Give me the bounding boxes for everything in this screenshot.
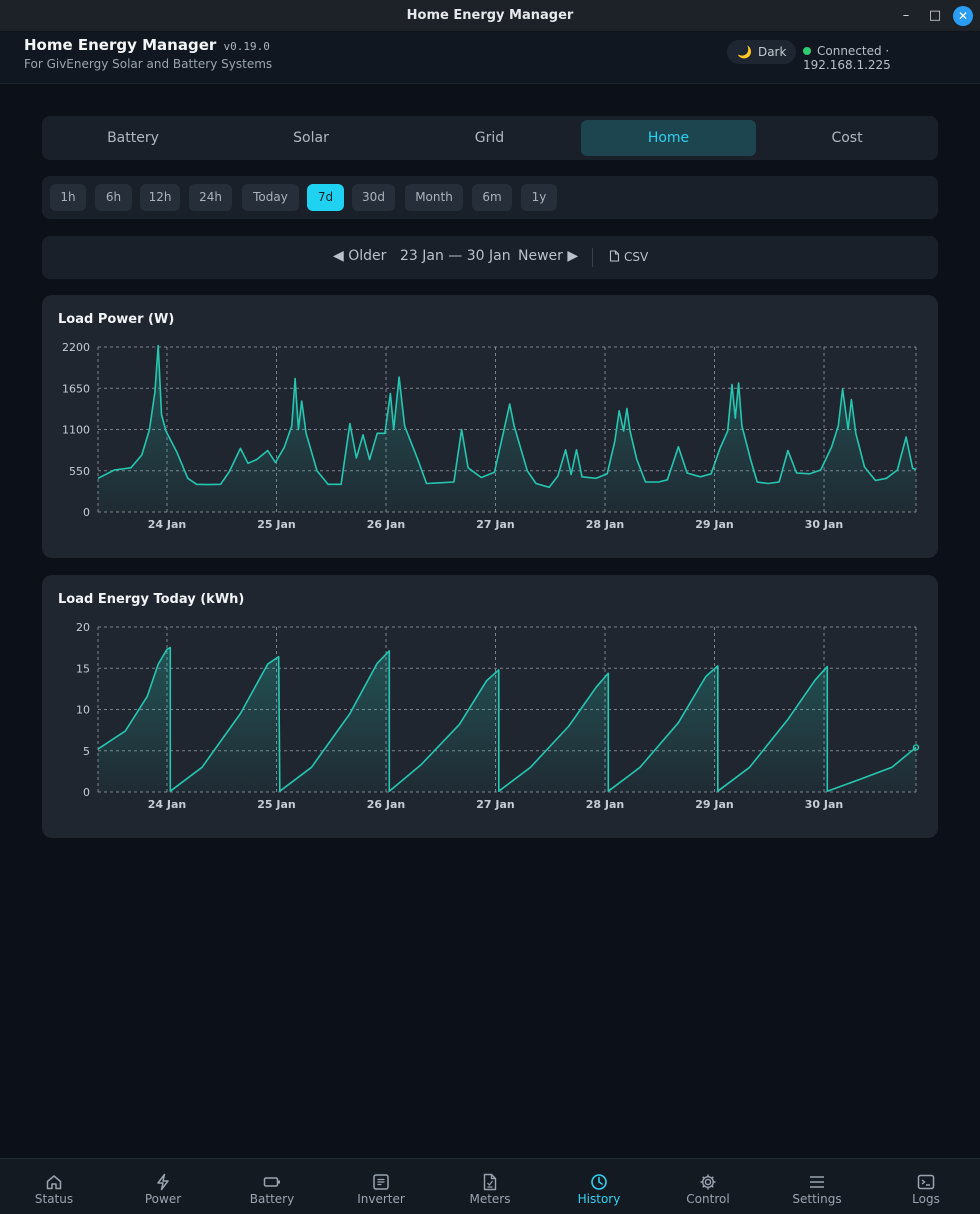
x-tick-label: 30 Jan (805, 518, 843, 531)
house-icon (46, 1175, 62, 1190)
load-energy-chart-card: Load Energy Today (kWh) 0 5 10 15 20 24 Jan 25… (42, 575, 938, 838)
nav-label: Power (144, 1192, 182, 1206)
range-6h-button[interactable]: 6h (95, 184, 132, 211)
window-titlebar: Home Energy Manager – □ ✕ (0, 0, 980, 32)
theme-toggle-button[interactable]: 🌙 Dark (727, 40, 797, 64)
window-title: Home Energy Manager (406, 8, 574, 23)
range-12h-button[interactable]: 12h (140, 184, 180, 211)
connection-status: Connected · 192.168.1.225 (803, 44, 980, 72)
nav-meters[interactable]: Meters (440, 1159, 540, 1214)
range-selector: 1h 6h 12h 24h Today 7d 30d Month 6m 1y (42, 176, 938, 219)
close-button[interactable]: ✕ (953, 6, 973, 26)
menu-icon (810, 1176, 824, 1188)
nav-label: Meters (469, 1192, 511, 1206)
date-navigator: ◀ Older 23 Jan — 30 Jan Newer ▶ CSV (42, 236, 938, 279)
x-tick-label: 28 Jan (586, 798, 624, 811)
x-tick-label: 24 Jan (148, 798, 186, 811)
x-tick-label: 30 Jan (805, 798, 843, 811)
older-button[interactable]: ◀ Older (333, 248, 386, 264)
x-tick-label: 26 Jan (367, 798, 405, 811)
y-tick-label: 0 (83, 506, 90, 519)
nav-label: Status (34, 1192, 74, 1206)
history-tabs: Battery Solar Grid Home Cost (42, 116, 938, 160)
tab-home[interactable]: Home (581, 120, 756, 156)
x-tick-label: 25 Jan (257, 798, 295, 811)
status-dot-icon (803, 47, 811, 55)
x-tick-label: 28 Jan (586, 518, 624, 531)
x-tick-label: 27 Jan (476, 798, 514, 811)
file-icon (609, 250, 620, 262)
moon-icon: 🌙 (737, 45, 752, 59)
inverter-icon (373, 1174, 389, 1190)
y-tick-label: 1650 (62, 382, 90, 395)
x-tick-label: 27 Jan (476, 518, 514, 531)
divider (592, 248, 593, 267)
x-tick-label: 24 Jan (148, 518, 186, 531)
app-version: v0.19.0 (223, 40, 270, 53)
nav-label: Settings (792, 1192, 842, 1206)
x-tick-label: 25 Jan (257, 518, 295, 531)
load-power-chart[interactable]: 0 550 1100 1650 2200 24 Jan 25 Jan 26 Jan 27 Jan… (42, 295, 938, 558)
nav-label: Logs (912, 1192, 940, 1206)
bottom-nav: Status Power Battery Inverter Meters His… (0, 1158, 980, 1214)
range-6m-button[interactable]: 6m (472, 184, 512, 211)
battery-icon (263, 1177, 280, 1187)
tab-cost[interactable]: Cost (758, 120, 936, 156)
minimize-button[interactable]: – (896, 6, 916, 26)
app-name: Home Energy Manager (24, 36, 217, 54)
y-tick-label: 1100 (62, 424, 90, 437)
series-area (98, 647, 916, 792)
range-1h-button[interactable]: 1h (50, 184, 86, 211)
csv-export-button[interactable]: CSV (609, 250, 648, 264)
nav-label: Control (686, 1192, 730, 1206)
nav-logs[interactable]: Logs (876, 1159, 976, 1214)
y-tick-label: 15 (76, 662, 90, 675)
load-power-chart-card: Load Power (W) 0 550 1100 1650 2200 24 Jan 25 … (42, 295, 938, 558)
app-subtitle: For GivEnergy Solar and Battery Systems (24, 57, 273, 71)
nav-inverter[interactable]: Inverter (331, 1159, 431, 1214)
connection-label: Connected · 192.168.1.225 (803, 44, 891, 72)
theme-label: Dark (757, 45, 787, 59)
bolt-icon (157, 1173, 169, 1191)
date-range-label: 23 Jan — 30 Jan (400, 248, 511, 264)
x-tick-label: 26 Jan (367, 518, 405, 531)
nav-control[interactable]: Control (658, 1159, 758, 1214)
y-tick-label: 10 (76, 704, 90, 717)
csv-label: CSV (624, 250, 649, 264)
gear-icon (700, 1174, 716, 1190)
load-energy-chart[interactable]: 0 5 10 15 20 24 Jan 25 Jan 26 Jan 27 Jan 28 Jan 29… (42, 575, 938, 838)
tab-grid[interactable]: Grid (400, 120, 579, 156)
range-today-button[interactable]: Today (242, 184, 299, 211)
nav-settings[interactable]: Settings (767, 1159, 867, 1214)
y-tick-label: 5 (83, 745, 90, 758)
range-30d-button[interactable]: 30d (352, 184, 395, 211)
series-area (98, 345, 916, 512)
range-1y-button[interactable]: 1y (521, 184, 557, 211)
nav-status[interactable]: Status (4, 1159, 104, 1214)
clock-icon (591, 1174, 607, 1190)
y-tick-label: 2200 (62, 341, 90, 354)
tab-solar[interactable]: Solar (222, 120, 400, 156)
y-tick-label: 0 (83, 786, 90, 799)
maximize-button[interactable]: □ (925, 6, 945, 26)
meters-icon (483, 1173, 497, 1191)
nav-label: History (577, 1192, 621, 1206)
newer-button[interactable]: Newer ▶ (518, 248, 578, 264)
nav-label: Inverter (357, 1192, 405, 1206)
nav-history[interactable]: History (549, 1159, 649, 1214)
app-header: Home Energy Manager v0.19.0 For GivEnerg… (0, 32, 980, 84)
nav-label: Battery (249, 1192, 295, 1206)
nav-battery[interactable]: Battery (222, 1159, 322, 1214)
range-month-button[interactable]: Month (405, 184, 463, 211)
range-7d-button[interactable]: 7d (307, 184, 344, 211)
y-tick-label: 550 (69, 465, 90, 478)
app-title: Home Energy Manager v0.19.0 (24, 36, 270, 54)
tab-battery[interactable]: Battery (44, 120, 222, 156)
nav-power[interactable]: Power (113, 1159, 213, 1214)
terminal-icon (917, 1174, 935, 1190)
range-24h-button[interactable]: 24h (189, 184, 232, 211)
y-tick-label: 20 (76, 621, 90, 634)
x-tick-label: 29 Jan (695, 798, 733, 811)
x-tick-label: 29 Jan (695, 518, 733, 531)
